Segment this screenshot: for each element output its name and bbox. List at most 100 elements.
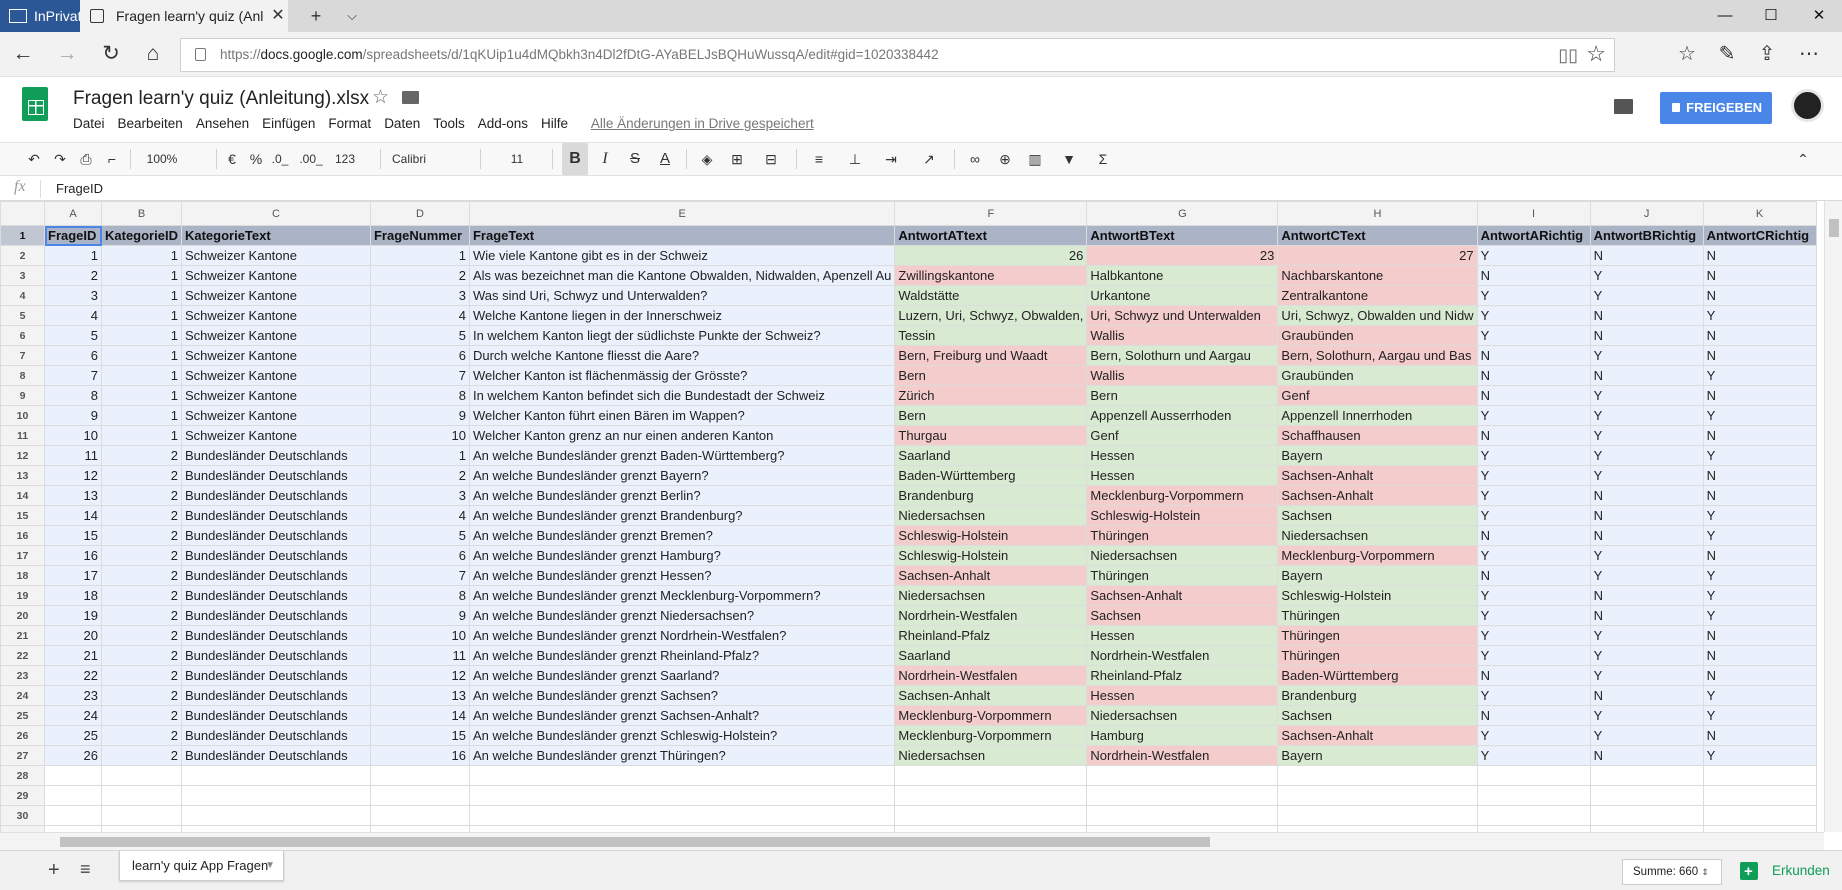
strikethrough-button[interactable]: S (622, 143, 648, 175)
cell[interactable]: Y (1589, 705, 1704, 726)
cell[interactable]: Mecklenburg-Vorpommern (894, 705, 1088, 726)
explore-button[interactable]: Erkunden (1740, 859, 1830, 884)
cell[interactable]: 2 (369, 465, 470, 486)
cell[interactable] (1589, 805, 1704, 826)
cell[interactable]: Waldstätte (894, 285, 1088, 306)
header-cell[interactable]: AntwortARichtig (1476, 225, 1591, 246)
cell[interactable]: An welche Bundesländer grenzt Schleswig-… (468, 725, 896, 746)
row-header[interactable]: 1 (0, 225, 45, 246)
cell[interactable]: Bern, Solothurn, Aargau und Bas (1277, 345, 1478, 366)
cell[interactable]: Y (1476, 465, 1591, 486)
row-header[interactable]: 11 (0, 425, 45, 446)
cell[interactable]: Baden-Württemberg (894, 465, 1088, 486)
cell[interactable]: Sachsen-Anhalt (1086, 585, 1279, 606)
cell[interactable]: An welche Bundesländer grenzt Berlin? (468, 485, 896, 506)
cell[interactable]: An welche Bundesländer grenzt Saarland? (468, 665, 896, 686)
column-header[interactable]: C (180, 201, 371, 226)
cell[interactable]: Niedersachsen (1086, 705, 1279, 726)
cell[interactable]: 2 (101, 625, 182, 646)
cell[interactable]: 2 (101, 665, 182, 686)
cell[interactable] (468, 805, 896, 826)
cell[interactable]: 1 (369, 445, 470, 466)
cell[interactable]: Bayern (1277, 745, 1478, 766)
cell[interactable]: 15 (44, 525, 102, 546)
cell[interactable]: N (1702, 425, 1817, 446)
menu-hilfe[interactable]: Hilfe (541, 116, 568, 131)
cell[interactable]: Thüringen (1086, 565, 1279, 586)
cell[interactable]: An welche Bundesländer grenzt Rheinland-… (468, 645, 896, 666)
cell[interactable] (1702, 805, 1817, 826)
cell[interactable]: Y (1476, 505, 1591, 526)
cell[interactable]: Bundesländer Deutschlands (180, 445, 371, 466)
row-header[interactable]: 15 (0, 505, 45, 526)
cell[interactable]: Sachsen-Anhalt (1277, 725, 1478, 746)
cell[interactable]: Sachsen-Anhalt (894, 685, 1088, 706)
cell[interactable]: N (1589, 485, 1704, 506)
cell[interactable]: Y (1589, 545, 1704, 566)
redo-icon[interactable]: ↷ (48, 143, 72, 175)
cell[interactable]: Y (1589, 385, 1704, 406)
row-header[interactable]: 12 (0, 445, 45, 466)
cell[interactable]: Schweizer Kantone (180, 405, 371, 426)
more-menu-icon[interactable]: ⋯ (1792, 38, 1826, 70)
cell[interactable]: 6 (44, 345, 102, 366)
cell[interactable]: 2 (101, 565, 182, 586)
header-cell[interactable]: AntwortBRichtig (1589, 225, 1704, 246)
cell[interactable]: 6 (369, 545, 470, 566)
cell[interactable]: N (1702, 345, 1817, 366)
row-header[interactable]: 14 (0, 485, 45, 506)
cell[interactable]: Y (1589, 445, 1704, 466)
cell[interactable]: 3 (369, 485, 470, 506)
cell[interactable]: N (1589, 505, 1704, 526)
cell[interactable]: N (1476, 425, 1591, 446)
cell[interactable]: 2 (101, 485, 182, 506)
cell[interactable]: N (1702, 385, 1817, 406)
cell[interactable]: Niedersachsen (894, 505, 1088, 526)
forward-icon[interactable]: → (50, 38, 84, 70)
cell[interactable]: Baden-Württemberg (1277, 665, 1478, 686)
cell[interactable]: Sachsen (1086, 605, 1279, 626)
row-header[interactable]: 24 (0, 685, 45, 706)
decrease-decimals-button[interactable]: .0_ (268, 143, 292, 175)
cell[interactable]: 2 (101, 505, 182, 526)
cell[interactable]: N (1702, 285, 1817, 306)
menu-datei[interactable]: Datei (73, 116, 105, 131)
save-status[interactable]: Alle Änderungen in Drive gespeichert (591, 116, 814, 131)
cell[interactable]: 11 (44, 445, 102, 466)
text-rotation-icon[interactable]: ↗ (912, 143, 946, 175)
cell[interactable]: Genf (1277, 385, 1478, 406)
cell[interactable]: Urkantone (1086, 285, 1279, 306)
row-header[interactable]: 22 (0, 645, 45, 666)
cell[interactable]: 7 (369, 565, 470, 586)
row-header[interactable]: 25 (0, 705, 45, 726)
cell[interactable]: Niedersachsen (894, 585, 1088, 606)
cell[interactable] (1476, 785, 1591, 806)
cell[interactable]: Mecklenburg-Vorpommern (1086, 485, 1279, 506)
collapse-toolbar-icon[interactable]: ⌃ (1790, 143, 1816, 175)
cell[interactable]: 8 (44, 385, 102, 406)
cell[interactable]: 16 (44, 545, 102, 566)
cell[interactable]: 8 (369, 385, 470, 406)
cell[interactable]: 1 (369, 245, 470, 266)
filter-icon[interactable]: ▼ (1052, 143, 1086, 175)
row-header[interactable]: 4 (0, 285, 45, 306)
cell[interactable]: Saarland (894, 445, 1088, 466)
favorite-star-icon[interactable]: ☆ (1586, 43, 1606, 65)
cell[interactable]: N (1702, 485, 1817, 506)
cell[interactable]: 1 (101, 305, 182, 326)
cell[interactable] (894, 765, 1088, 786)
cell[interactable]: Y (1476, 405, 1591, 426)
cell[interactable]: An welche Bundesländer grenzt Hamburg? (468, 545, 896, 566)
cell[interactable]: 4 (369, 305, 470, 326)
cell[interactable]: 3 (369, 285, 470, 306)
cell[interactable]: 2 (101, 605, 182, 626)
cell[interactable]: Zürich (894, 385, 1088, 406)
cell[interactable]: An welche Bundesländer grenzt Brandenbur… (468, 505, 896, 526)
cell[interactable]: Schleswig-Holstein (1086, 505, 1279, 526)
cell[interactable]: 12 (44, 465, 102, 486)
cell[interactable]: Bundesländer Deutschlands (180, 705, 371, 726)
row-header[interactable]: 18 (0, 565, 45, 586)
cell[interactable]: Graubünden (1277, 325, 1478, 346)
cell[interactable]: N (1702, 245, 1817, 266)
cell[interactable] (1086, 765, 1279, 786)
